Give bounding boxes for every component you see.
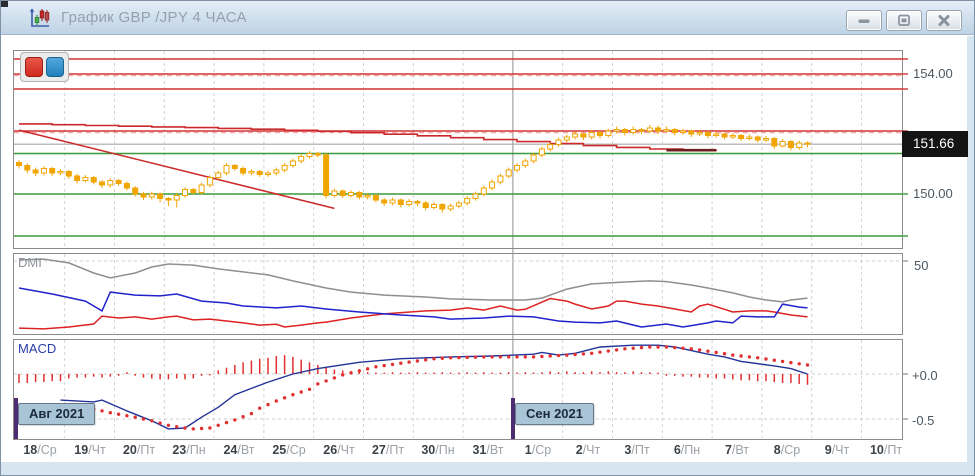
chart-canvas[interactable] <box>1 36 975 476</box>
window-controls <box>846 10 962 31</box>
minimize-icon <box>858 19 870 23</box>
date-label: 8/Ср <box>773 443 801 457</box>
date-label: 3/Пт <box>624 443 650 457</box>
bottom-margin <box>1 462 967 475</box>
date-label: 27/Пт <box>371 443 405 457</box>
date-label: 7/Вт <box>724 443 750 457</box>
price-axis-label-150: 150.00 <box>913 186 953 201</box>
date-label: 1/Ср <box>524 443 552 457</box>
right-margin <box>967 36 974 475</box>
dmi-axis-label-50: 50 <box>914 258 929 273</box>
date-label: 20/Пт <box>122 443 156 457</box>
title-bar[interactable]: График GBP /JPY 4 ЧАСА <box>1 1 974 35</box>
chart-root <box>13 50 908 440</box>
date-label: 24/Вт <box>223 443 255 457</box>
candlestick-chart-icon <box>28 6 52 30</box>
corner-artifact <box>1 1 8 7</box>
date-label: 19/Чт <box>74 443 106 457</box>
sell-button[interactable] <box>25 57 43 77</box>
date-label: 30/Пн <box>421 443 455 457</box>
maximize-button[interactable] <box>886 10 922 31</box>
close-button[interactable] <box>926 10 962 31</box>
chart-client-area: DMI MACD 154.00 150.00 151.66 50 +0.0 -0… <box>1 36 975 476</box>
restore-icon <box>898 14 910 26</box>
date-label: 23/Пн <box>172 443 206 457</box>
chart-window: График GBP /JPY 4 ЧАСА DMI MACD 154.00 1… <box>0 0 975 476</box>
date-axis: 18/Ср 19/Чт 20/Пт 23/Пн 24/Вт 25/Ср 26/Чт 27/Пт… <box>1 443 967 461</box>
current-price-box: 151.66 <box>902 131 968 158</box>
window-title: График GBP /JPY 4 ЧАСА <box>61 9 247 26</box>
price-axis-label-154: 154.00 <box>913 66 953 81</box>
month-label-aug: Авг 2021 <box>18 403 96 425</box>
date-label: 6/Пн <box>673 443 701 457</box>
macd-pane-label: MACD <box>18 341 57 356</box>
date-label: 31/Вт <box>472 443 504 457</box>
date-label: 26/Чт <box>323 443 355 457</box>
date-label: 2/Чт <box>575 443 601 457</box>
date-label: 9/Чт <box>824 443 850 457</box>
macd-axis-label-zero: +0.0 <box>912 368 938 383</box>
order-buttons-widget <box>20 52 69 82</box>
month-label-sep: Сен 2021 <box>515 403 595 425</box>
date-label: 18/Ср <box>23 443 57 457</box>
minimize-button[interactable] <box>846 10 882 31</box>
dmi-pane-label: DMI <box>18 255 42 270</box>
macd-axis-label-neg: -0.5 <box>912 413 935 428</box>
date-label: 10/Пт <box>869 443 903 457</box>
date-label: 25/Ср <box>272 443 306 457</box>
close-icon <box>938 15 950 26</box>
buy-button[interactable] <box>46 57 64 77</box>
